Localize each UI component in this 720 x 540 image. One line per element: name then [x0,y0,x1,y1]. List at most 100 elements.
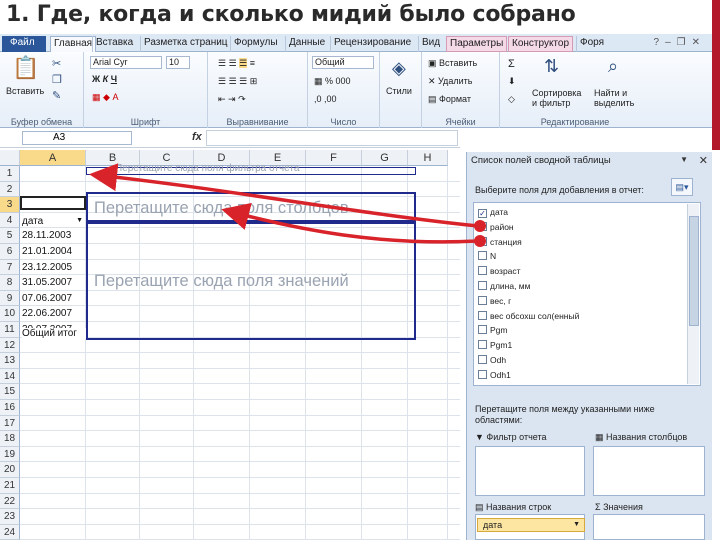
filter-dropdown-icon[interactable]: ▼ [76,217,83,224]
row-header-11[interactable]: 11 [0,322,20,338]
window-controls[interactable]: ?–❐✕ [654,37,706,48]
field-item[interactable]: N [478,251,496,265]
cell-a4[interactable]: дата ▼ [22,216,86,227]
spreadsheet-grid[interactable]: ABCDEFGH 1 2 3 4 5 6 7 8 9 10 11 12 13 14 15 16 17 18 19 20… [0,150,460,540]
number-format-box[interactable]: Общий [312,56,374,69]
tab-page-layout[interactable]: Разметка страниц [140,36,231,52]
row-header-8[interactable]: 8 [0,275,20,291]
row-header-1[interactable]: 1 [0,166,20,182]
field-checkbox[interactable] [478,369,487,379]
values-drop-zone[interactable]: Перетащите сюда поля значений [86,222,416,340]
field-checkbox[interactable] [478,236,487,246]
tab-options[interactable]: Параметры [446,36,508,52]
field-item[interactable]: Odh [478,355,506,369]
indent-buttons[interactable]: ⇤ ⇥ ↷ [218,94,246,105]
find-select-button[interactable]: Найти и выделить [594,88,644,108]
row-header-10[interactable]: 10 [0,306,20,322]
filter-drop-zone[interactable]: Перетащите сюда поля фильтра отчета [86,163,416,175]
field-checkbox[interactable] [478,310,487,320]
cell-date[interactable]: 23.12.2005 [22,262,86,273]
field-checkbox[interactable] [478,325,487,335]
minimize-icon[interactable]: – [665,37,677,48]
decimal-buttons[interactable]: ,0 ,00 [314,94,337,104]
cell-date[interactable]: 28.11.2003 [22,230,86,241]
field-checkbox[interactable] [478,251,487,261]
row-header-4[interactable]: 4 [0,212,20,229]
field-item[interactable]: вес, г [478,295,511,310]
row-header-16[interactable]: 16 [0,400,20,416]
sort-filter-button[interactable]: Сортировка и фильтр [532,88,586,108]
field-checkbox[interactable] [478,221,487,231]
tab-formulas[interactable]: Формулы [230,36,281,52]
field-item[interactable]: Pgm [478,325,507,339]
row-header-6[interactable]: 6 [0,244,20,260]
columns-drop-zone[interactable]: Перетащите сюда поля столбцов [86,192,416,222]
report-filter-area[interactable] [475,446,585,496]
font-name-box[interactable]: Arial Cyr [90,56,162,69]
align-top-buttons[interactable]: ☰ ☰ ☰ ≡ [218,58,255,69]
tab-design[interactable]: Конструктор [508,36,574,52]
field-list-scrollbar[interactable] [687,204,699,384]
row-header-2[interactable]: 2 [0,181,20,198]
font-size-box[interactable]: 10 [166,56,190,69]
find-icon[interactable]: ⌕ [608,56,618,76]
name-box[interactable]: A3 [22,131,132,145]
column-header-f[interactable]: F [306,150,362,166]
select-all-corner[interactable] [0,150,20,166]
insert-cells-button[interactable]: ▣ Вставить [428,58,477,69]
row-header-24[interactable]: 24 [0,524,20,540]
cell-total[interactable]: Общий итог [22,328,86,339]
fx-icon[interactable]: fx [192,131,202,143]
row-field-item[interactable]: дата ▼ [477,518,585,532]
bold-button[interactable]: Ж К Ч [92,74,117,84]
cell-date[interactable]: 07.06.2007 [22,293,86,304]
tab-home[interactable]: Главная [50,36,97,52]
tab-extra[interactable]: Форя [576,36,607,52]
row-header-3[interactable]: 3 [0,197,20,213]
tab-view[interactable]: Вид [418,36,443,52]
cell-date[interactable]: 21.01.2004 [22,246,86,257]
row-header-5[interactable]: 5 [0,228,20,244]
cell-date[interactable]: 31.05.2007 [22,277,86,288]
panel-menu-icon[interactable]: ▼ [680,155,688,164]
field-checkbox[interactable] [478,340,487,350]
styles-icon[interactable]: ◈ [392,58,406,78]
field-item[interactable]: район [478,221,514,236]
tab-file[interactable]: Файл [2,36,46,52]
row-header-15[interactable]: 15 [0,384,20,400]
clear-button[interactable]: ◇ [508,94,515,105]
field-item[interactable]: вес обсохш сол(енный [478,310,579,325]
row-header-20[interactable]: 20 [0,462,20,478]
autosum-button[interactable]: Σ [508,58,515,70]
copy-icon[interactable]: ❐ [52,74,62,86]
currency-buttons[interactable]: ▦ % 000 [314,76,351,87]
sort-filter-icon[interactable]: ⇅ [544,56,559,76]
format-cells-button[interactable]: ▤ Формат [428,94,471,105]
scroll-thumb[interactable] [689,216,699,326]
layout-menu-button[interactable]: ▤▾ [671,178,693,196]
active-cell[interactable] [20,196,86,210]
column-labels-area[interactable] [593,446,705,496]
field-checkbox[interactable] [478,281,487,290]
close-icon[interactable]: ✕ [692,37,706,48]
font-color-button[interactable]: ▦ ◆ А [92,92,118,103]
values-area[interactable] [593,514,705,540]
paste-button[interactable]: Вставить [6,86,44,96]
field-item[interactable]: ✓ дата [478,207,508,221]
field-item[interactable]: станция [478,236,522,251]
cut-icon[interactable]: ✂ [52,58,61,70]
styles-button[interactable]: Стили [386,86,412,96]
row-header-19[interactable]: 19 [0,446,20,463]
field-checkbox[interactable] [478,266,487,276]
align-buttons[interactable]: ☰ ☰ ☰ ⊞ [218,76,257,87]
tab-data[interactable]: Данные [285,36,328,52]
field-item[interactable]: Odh1 [478,369,511,384]
row-header-7[interactable]: 7 [0,259,20,276]
tab-review[interactable]: Рецензирование [330,36,414,52]
help-icon[interactable]: ? [654,37,666,48]
row-header-9[interactable]: 9 [0,290,20,307]
field-item[interactable]: Pgm1 [478,340,512,354]
field-checkbox[interactable] [478,295,487,305]
row-header-13[interactable]: 13 [0,353,20,369]
paste-icon[interactable]: 📋 [12,56,39,80]
